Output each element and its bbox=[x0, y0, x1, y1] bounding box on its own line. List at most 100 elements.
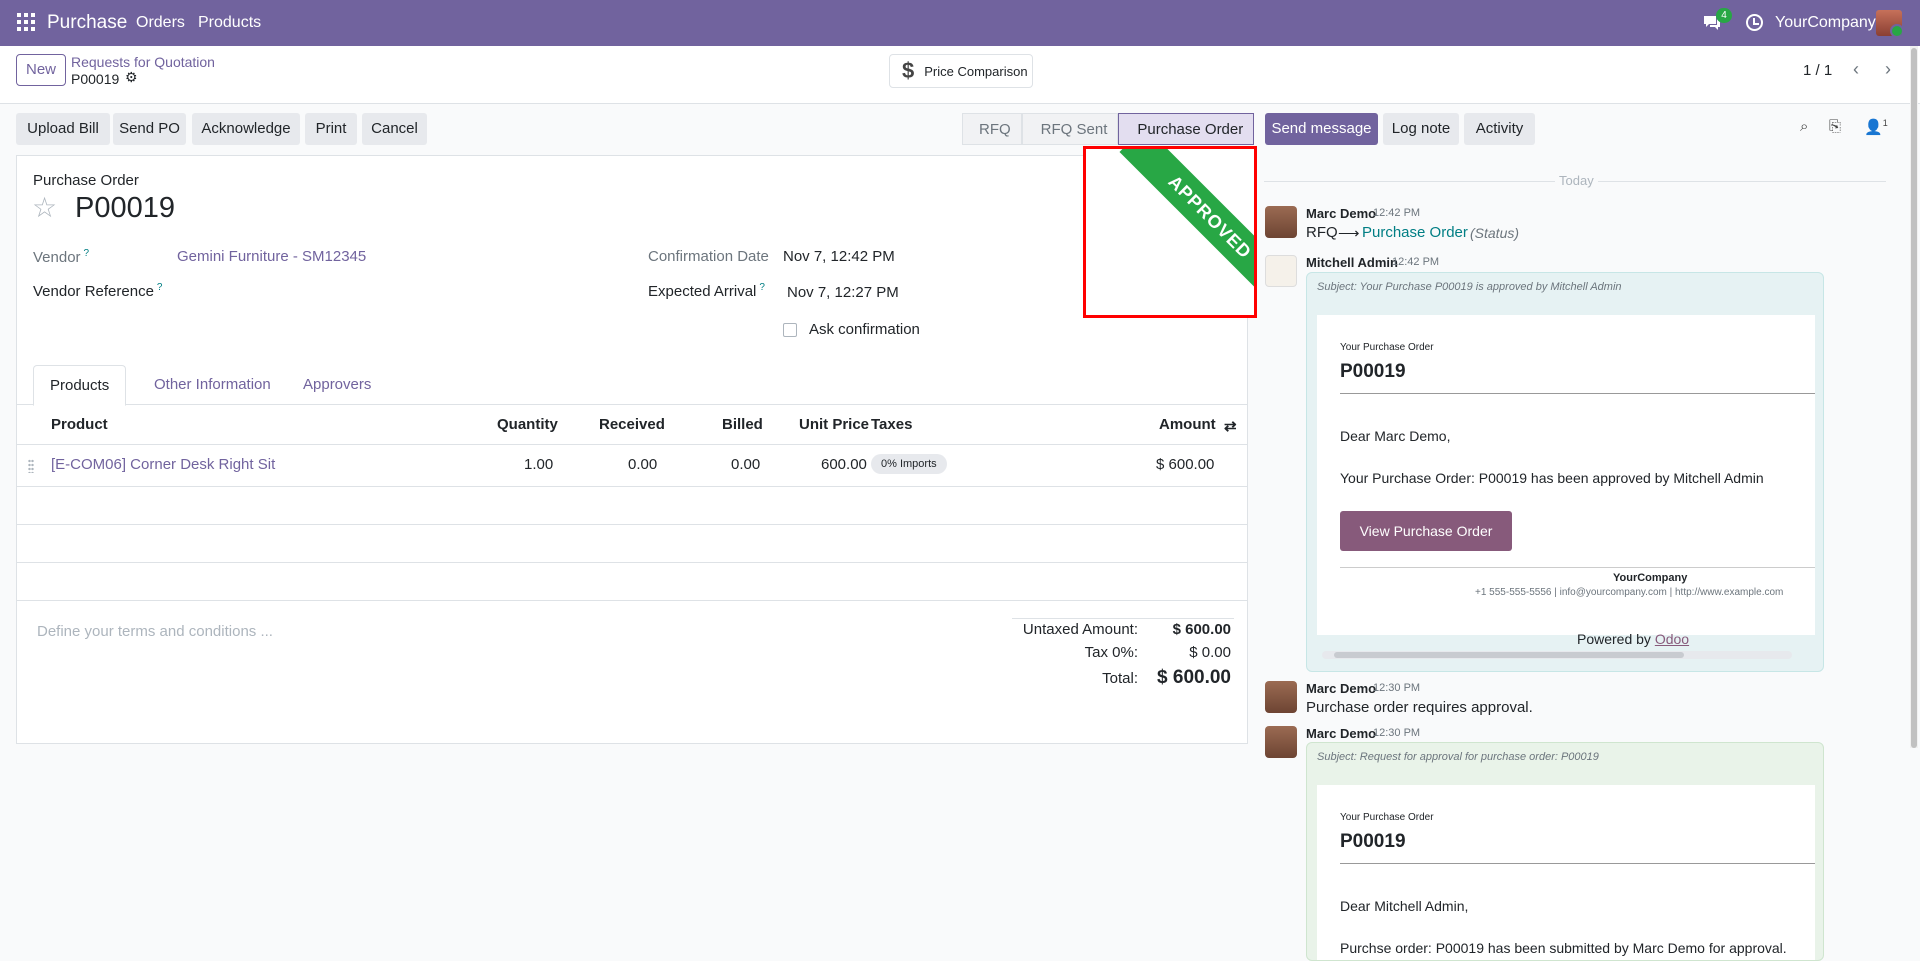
price-comparison-button[interactable]: $ Price Comparison bbox=[889, 54, 1033, 88]
avatar[interactable] bbox=[1265, 255, 1297, 287]
product-cell[interactable]: [E-COM06] Corner Desk Right Sit bbox=[51, 456, 275, 473]
avatar[interactable] bbox=[1265, 681, 1297, 713]
upload-bill-button[interactable]: Upload Bill bbox=[16, 113, 110, 145]
acknowledge-button[interactable]: Acknowledge bbox=[192, 113, 300, 145]
message-author[interactable]: Marc Demo bbox=[1306, 726, 1376, 741]
avatar[interactable] bbox=[1265, 206, 1297, 238]
send-po-button[interactable]: Send PO bbox=[113, 113, 186, 145]
search-icon[interactable]: ⌕ bbox=[1800, 118, 1808, 135]
top-navbar: Purchase Orders Products 4 YourCompany bbox=[0, 0, 1920, 46]
activity-button[interactable]: Activity bbox=[1464, 113, 1535, 145]
mail-body-text: Purchse order: P00019 has been submitted… bbox=[1340, 940, 1787, 956]
column-unit-price[interactable]: Unit Price bbox=[799, 416, 869, 433]
pager-value[interactable]: 1 / 1 bbox=[1803, 62, 1832, 79]
mail-greeting: Dear Marc Demo, bbox=[1340, 428, 1451, 444]
table-row-empty bbox=[16, 525, 1248, 563]
column-taxes[interactable]: Taxes bbox=[871, 416, 912, 433]
tax-value: $ 0.00 bbox=[1189, 644, 1231, 661]
vendor-field[interactable]: Gemini Furniture - SM12345 bbox=[177, 248, 366, 265]
mail-body-text: Your Purchase Order: P00019 has been app… bbox=[1340, 470, 1764, 486]
mail-body: Your Purchase Order P00019 Dear Mitchell… bbox=[1317, 785, 1815, 960]
help-icon[interactable]: ? bbox=[759, 282, 765, 293]
stage-rfq[interactable]: RFQ bbox=[962, 113, 1022, 145]
column-billed[interactable]: Billed bbox=[722, 416, 763, 433]
pager-previous-icon[interactable]: ‹ bbox=[1844, 58, 1868, 82]
mail-message-bubble: Subject: Request for approval for purcha… bbox=[1306, 742, 1824, 961]
apps-menu-icon[interactable] bbox=[17, 13, 35, 31]
expected-arrival-field[interactable]: Nov 7, 12:27 PM bbox=[787, 284, 899, 301]
total-label: Total: bbox=[1102, 670, 1138, 687]
amount-cell: $ 600.00 bbox=[1156, 456, 1215, 473]
menu-orders[interactable]: Orders bbox=[136, 14, 185, 32]
mail-divider bbox=[1340, 567, 1815, 568]
order-lines-header: Product Quantity Received Billed Unit Pr… bbox=[16, 405, 1248, 445]
message-time: 12:42 PM bbox=[1392, 256, 1440, 268]
new-button[interactable]: New bbox=[16, 54, 66, 86]
powered-by: Powered by Odoo bbox=[1577, 631, 1690, 647]
column-amount[interactable]: Amount bbox=[1159, 416, 1216, 433]
breadcrumb-current: P00019 bbox=[71, 71, 120, 87]
untaxed-amount-value: $ 600.00 bbox=[1172, 621, 1231, 638]
stage-purchase-order[interactable]: Purchase Order bbox=[1118, 113, 1255, 145]
billed-cell: 0.00 bbox=[731, 456, 761, 473]
breadcrumb-rfq-link[interactable]: Requests for Quotation bbox=[71, 54, 215, 70]
received-cell[interactable]: 0.00 bbox=[628, 456, 657, 473]
favorite-star-icon[interactable]: ☆ bbox=[32, 194, 57, 222]
message-author[interactable]: Marc Demo bbox=[1306, 681, 1376, 696]
confirmation-date-field[interactable]: Nov 7, 12:42 PM bbox=[783, 248, 895, 265]
unit-price-cell[interactable]: 600.00 bbox=[821, 456, 867, 473]
attachment-icon[interactable]: ⎘ bbox=[1829, 118, 1841, 135]
send-message-button[interactable]: Send message bbox=[1265, 113, 1378, 145]
table-row[interactable]: [E-COM06] Corner Desk Right Sit 1.00 0.0… bbox=[16, 445, 1248, 487]
help-icon[interactable]: ? bbox=[157, 282, 163, 293]
stage-rfq-sent[interactable]: RFQ Sent bbox=[1021, 113, 1119, 145]
scrollbar-thumb[interactable] bbox=[1334, 652, 1684, 658]
record-title: P00019 bbox=[75, 192, 175, 224]
odoo-link[interactable]: Odoo bbox=[1655, 631, 1689, 647]
mail-label: Your Purchase Order bbox=[1340, 342, 1434, 353]
followers-count: 1 bbox=[1882, 118, 1888, 128]
tab-other-information[interactable]: Other Information bbox=[138, 365, 287, 405]
activity-clock-icon[interactable] bbox=[1746, 14, 1763, 31]
tab-products[interactable]: Products bbox=[33, 365, 127, 406]
message-author[interactable]: Mitchell Admin bbox=[1306, 255, 1398, 270]
drag-handle-icon[interactable] bbox=[28, 459, 34, 473]
mail-divider bbox=[1340, 863, 1815, 864]
page-scrollbar-thumb[interactable] bbox=[1911, 48, 1917, 748]
column-product[interactable]: Product bbox=[51, 416, 108, 433]
gear-icon[interactable]: ⚙ bbox=[125, 70, 139, 84]
price-comparison-label: Price Comparison bbox=[924, 63, 1028, 79]
avatar[interactable] bbox=[1265, 726, 1297, 758]
message-time: 12:30 PM bbox=[1373, 682, 1421, 694]
app-brand[interactable]: Purchase bbox=[47, 12, 127, 34]
user-avatar[interactable] bbox=[1876, 10, 1902, 36]
help-icon[interactable]: ? bbox=[84, 248, 90, 259]
log-note-button[interactable]: Log note bbox=[1383, 113, 1459, 145]
column-settings-icon[interactable]: ⇄ bbox=[1224, 417, 1237, 435]
date-divider-label: Today bbox=[1555, 173, 1598, 188]
followers-icon[interactable]: 👤1 bbox=[1864, 118, 1888, 136]
mail-divider bbox=[1340, 393, 1815, 394]
message-author[interactable]: Marc Demo bbox=[1306, 206, 1376, 221]
tab-approvers[interactable]: Approvers bbox=[287, 365, 387, 405]
pager-next-icon[interactable]: › bbox=[1876, 58, 1900, 82]
vendor-label: Vendor? bbox=[33, 248, 90, 266]
message-time: 12:30 PM bbox=[1373, 727, 1421, 739]
control-panel: New Requests for Quotation P00019 ⚙ $ Pr… bbox=[0, 46, 1920, 104]
terms-and-conditions-field[interactable]: Define your terms and conditions ... bbox=[37, 623, 273, 640]
ask-confirmation-checkbox[interactable] bbox=[783, 323, 797, 337]
view-purchase-order-button[interactable]: View Purchase Order bbox=[1340, 511, 1512, 551]
print-button[interactable]: Print bbox=[305, 113, 357, 145]
company-switcher[interactable]: YourCompany bbox=[1775, 14, 1876, 32]
message-body: Purchase order requires approval. bbox=[1306, 699, 1533, 716]
menu-products[interactable]: Products bbox=[198, 14, 261, 32]
table-row-empty bbox=[16, 487, 1248, 525]
ask-confirmation-label: Ask confirmation bbox=[809, 321, 920, 338]
horizontal-scrollbar[interactable] bbox=[1322, 651, 1792, 659]
column-quantity[interactable]: Quantity bbox=[497, 416, 558, 433]
arrow-icon: ⟶ bbox=[1338, 225, 1360, 242]
quantity-cell[interactable]: 1.00 bbox=[524, 456, 553, 473]
column-received[interactable]: Received bbox=[599, 416, 665, 433]
tax-badge[interactable]: 0% Imports bbox=[871, 454, 947, 474]
cancel-button[interactable]: Cancel bbox=[362, 113, 427, 145]
